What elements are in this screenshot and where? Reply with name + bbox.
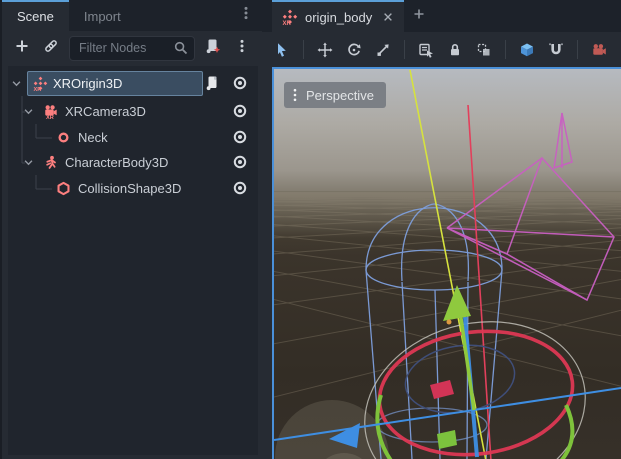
xr-camera-icon: XR	[43, 104, 58, 124]
script-add-icon	[205, 38, 221, 59]
move-icon	[317, 42, 333, 58]
select-arrow-icon	[274, 42, 290, 58]
scene-tabbar: XR origin_body	[262, 0, 621, 32]
instance-scene-button[interactable]	[40, 37, 62, 59]
scene-tab-label: origin_body	[305, 10, 372, 25]
chevron-down-icon[interactable]	[23, 155, 34, 173]
node-label: XROrigin3D	[53, 76, 122, 91]
godot-editor-window: Scene Import	[0, 0, 621, 459]
node-label: Neck	[78, 130, 108, 145]
scale-icon	[375, 42, 391, 58]
eye-icon[interactable]	[232, 103, 248, 124]
svg-text:XR: XR	[33, 87, 41, 91]
tab-import[interactable]: Import	[69, 0, 136, 31]
snap-toggle-button[interactable]	[543, 37, 569, 63]
collision-shape-icon	[56, 181, 71, 201]
camera-preview-icon	[591, 42, 607, 58]
perspective-label: Perspective	[306, 88, 374, 103]
toolbar-separator	[303, 40, 304, 59]
ring-icon	[56, 130, 71, 150]
eye-icon[interactable]	[232, 129, 248, 150]
lock-button-button[interactable]	[442, 37, 468, 63]
scene-tab-origin-body[interactable]: XR origin_body	[272, 0, 404, 32]
tree-row-characterbody3d[interactable]: CharacterBody3D	[8, 150, 258, 176]
new-scene-tab-button[interactable]	[404, 0, 434, 32]
xr-origin-icon: XR	[33, 76, 48, 91]
group-icon	[476, 42, 492, 58]
list-select-icon	[418, 42, 434, 58]
tab-import-label: Import	[84, 9, 121, 24]
node-label: CharacterBody3D	[65, 155, 168, 170]
lock-icon	[447, 42, 463, 58]
move-tool-button[interactable]	[312, 37, 338, 63]
scene-tree: XR XROrigin3D XR XRCamera3D Neck Charact…	[8, 66, 258, 455]
toolbar-separator	[505, 40, 506, 59]
attach-script-button[interactable]	[202, 37, 224, 59]
main-panel: XR origin_body	[262, 0, 621, 459]
viewport-3d[interactable]: Perspective	[272, 67, 621, 459]
scene-tree-menu-button[interactable]	[231, 37, 253, 59]
script-icon[interactable]	[204, 75, 220, 96]
xr-origin-icon: XR	[282, 9, 298, 25]
viewport-toolbar	[262, 32, 621, 67]
chevron-down-icon[interactable]	[11, 76, 22, 94]
group-button-button[interactable]	[471, 37, 497, 63]
close-icon[interactable]	[382, 11, 394, 23]
toolbar-separator	[404, 40, 405, 59]
eye-icon[interactable]	[232, 154, 248, 175]
scene-dock-toolbar	[2, 31, 262, 65]
local-space-icon	[519, 42, 535, 58]
node-label: CollisionShape3D	[78, 181, 181, 196]
scale-tool-button[interactable]	[370, 37, 396, 63]
selected-node-name-box[interactable]: XR XROrigin3D	[27, 71, 203, 96]
scene-dock-tabbar: Scene Import	[2, 0, 262, 31]
character-body-icon	[43, 155, 58, 175]
select-tool-button[interactable]	[269, 37, 295, 63]
tree-row-neck[interactable]: Neck	[8, 125, 258, 151]
search-icon	[173, 40, 189, 61]
camera-preview-toggle-button[interactable]	[586, 37, 612, 63]
dock-menu-button[interactable]	[230, 0, 262, 31]
link-icon	[43, 38, 59, 59]
dots-vertical-icon	[238, 5, 254, 26]
viewport-gizmos	[274, 69, 621, 459]
svg-text:XR: XR	[46, 115, 54, 119]
perspective-button[interactable]: Perspective	[284, 82, 386, 108]
scene-dock: Scene Import	[0, 0, 262, 459]
dots-vertical-icon	[291, 88, 299, 102]
tab-scene-label: Scene	[17, 9, 54, 24]
filter-nodes-wrap	[69, 36, 195, 61]
list-select-tool-button[interactable]	[413, 37, 439, 63]
tree-row-collisionshape3d[interactable]: CollisionShape3D	[8, 176, 258, 202]
plus-icon	[411, 6, 427, 27]
dots-vertical-icon	[234, 38, 250, 59]
eye-icon[interactable]	[232, 180, 248, 201]
tree-row-xrcamera3d[interactable]: XR XRCamera3D	[8, 99, 258, 125]
toolbar-separator	[577, 40, 578, 59]
local-space-toggle-button[interactable]	[514, 37, 540, 63]
rotate-tool-button[interactable]	[341, 37, 367, 63]
tab-scene[interactable]: Scene	[2, 0, 69, 31]
chevron-down-icon[interactable]	[23, 104, 34, 122]
svg-text:XR: XR	[283, 21, 292, 25]
magnet-icon	[548, 42, 564, 58]
plus-icon	[14, 38, 30, 59]
add-node-button[interactable]	[11, 37, 33, 59]
node-label: XRCamera3D	[65, 104, 146, 119]
rotate-icon	[346, 42, 362, 58]
eye-icon[interactable]	[232, 75, 248, 96]
tree-row-xrorigin3d[interactable]: XR XROrigin3D	[8, 71, 258, 97]
